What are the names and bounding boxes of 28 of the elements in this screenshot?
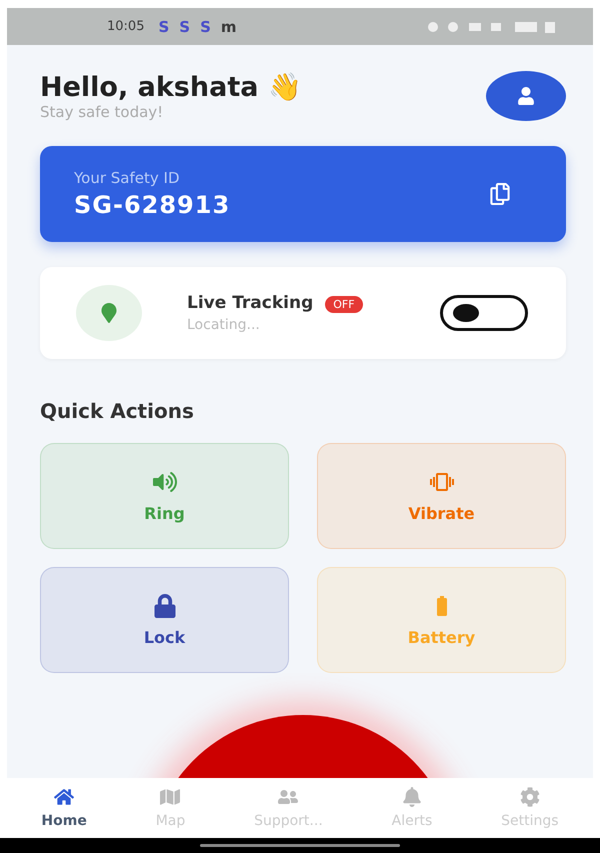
tracking-title: Live Tracking bbox=[187, 293, 314, 313]
settings-icon bbox=[520, 787, 540, 807]
tracking-status: Locating... bbox=[187, 317, 261, 333]
tracking-toggle[interactable] bbox=[440, 295, 528, 331]
quick-action-button[interactable]: Vibrate bbox=[317, 443, 566, 549]
notification-text: m bbox=[220, 18, 237, 36]
section-title: Quick Actions bbox=[40, 399, 195, 423]
notification-text: S bbox=[158, 18, 170, 36]
safety-id-label: Your Safety ID bbox=[74, 169, 181, 187]
speaker-icon bbox=[152, 470, 176, 494]
status-time: 10:05 bbox=[107, 19, 144, 34]
copy-icon[interactable] bbox=[489, 183, 511, 205]
user-icon bbox=[517, 87, 535, 105]
people-icon bbox=[278, 787, 298, 807]
notification-text: S bbox=[200, 18, 211, 36]
quick-action-button[interactable]: Battery bbox=[317, 567, 566, 673]
tracking-badge: OFF bbox=[325, 296, 363, 313]
notification-text: S bbox=[179, 18, 190, 36]
map-icon bbox=[160, 787, 180, 807]
lock-icon bbox=[152, 594, 176, 618]
greeting-subtitle: Stay safe today! bbox=[40, 103, 164, 121]
nav-tab[interactable]: Home bbox=[35, 786, 93, 830]
safety-id-value: SG-628913 bbox=[74, 191, 230, 219]
greeting-title: Hello, akshata 👋 bbox=[40, 71, 302, 103]
quick-action-button[interactable]: Lock bbox=[40, 567, 289, 673]
home-icon bbox=[54, 787, 74, 807]
quick-action-button[interactable]: Ring bbox=[40, 443, 289, 549]
bell-icon bbox=[402, 787, 422, 807]
